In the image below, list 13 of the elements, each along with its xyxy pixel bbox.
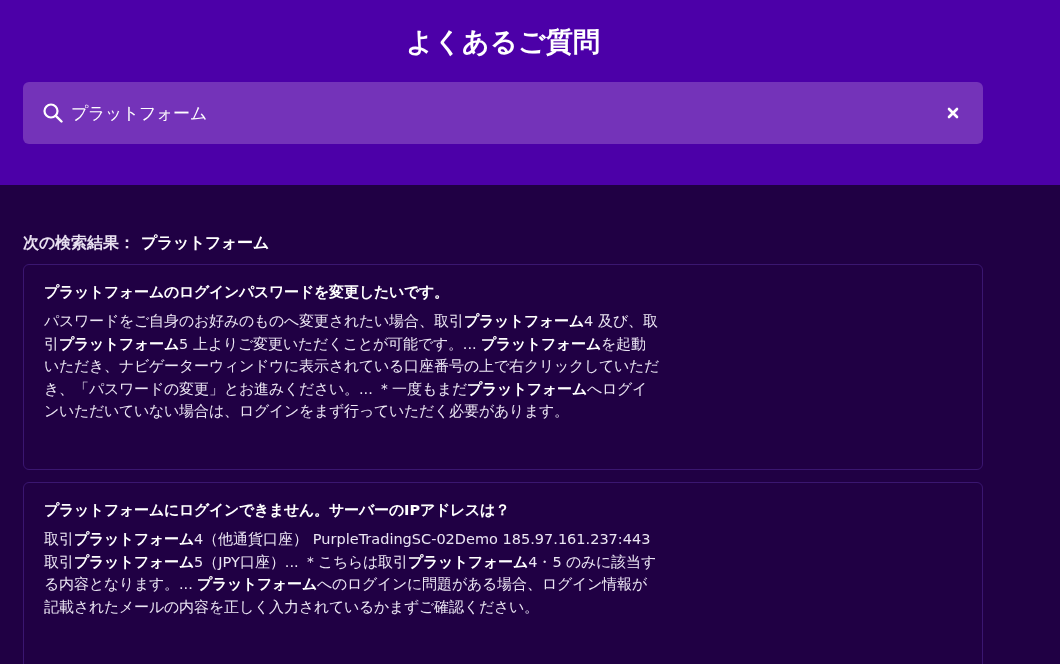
close-icon[interactable] xyxy=(947,107,959,119)
result-card[interactable] xyxy=(23,482,983,664)
results-label: 次の検索結果： xyxy=(23,233,135,254)
results-query: プラットフォーム xyxy=(141,233,269,254)
search-bar[interactable]: プラットフォーム xyxy=(23,82,983,144)
result-snippet: パスワードをご自身のお好みのものへ変更されたい場合、取引プラットフォーム4 及び、取引プラットフォーム5 上よりご変更いただくことが可能です。... プラットフォームを起動いただき、ナビゲーターウィンドウに表示されている口座番号の上で右クリックしていただき、「パスワードの変更」とお進みください。... ＊一度もまだプラットフォームへログインいただいていない場合は、ログインをまず行っていただく必要があります。 xyxy=(44,312,659,421)
search-icon xyxy=(43,103,63,123)
result-snippet: 取引プラットフォーム4（他通貨口座） PurpleTradingSC-02Demo 185.97.161.237:443 取引プラットフォーム5（JPY口座）... ＊こちらは取引プラットフォーム4・5 のみに該当する内容となります。... プラットフォームへのログインに問題がある場合、ログイン情報が記載されたメールの内容を正しく入力されているかまずご確認ください。 xyxy=(44,530,658,617)
result-card[interactable] xyxy=(23,264,983,470)
page-title: よくあるご質問 xyxy=(405,25,601,59)
result-title[interactable]: プラットフォームのログインパスワードを変更したいです。 xyxy=(44,283,962,302)
search-field[interactable]: プラットフォーム xyxy=(71,103,939,123)
result-title[interactable]: プラットフォームにログインできません。サーバーのIPアドレスは？ xyxy=(44,501,962,520)
